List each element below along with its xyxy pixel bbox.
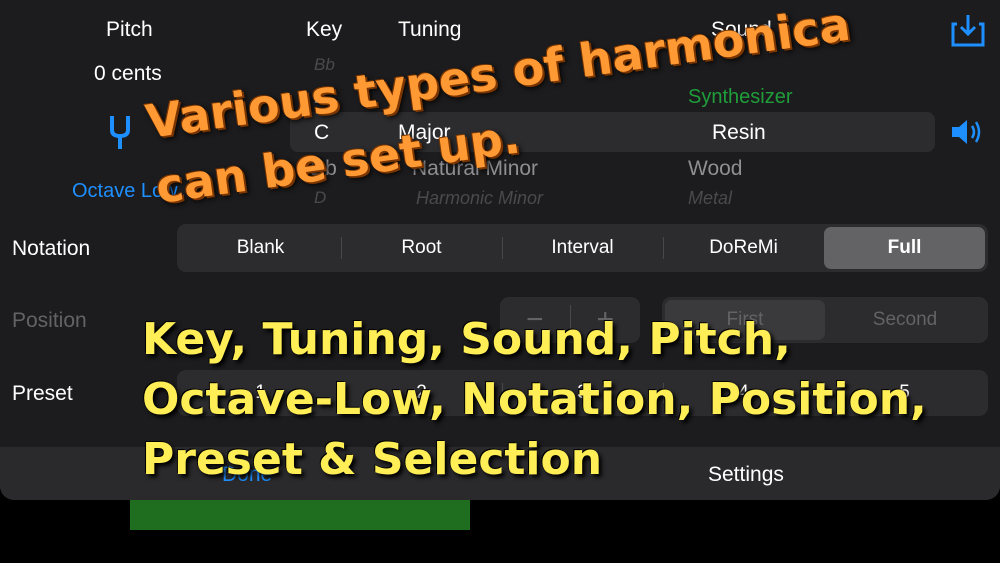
sound-option[interactable]: Wood: [688, 157, 742, 181]
key-header: Key: [306, 18, 343, 41]
settings-button[interactable]: Settings: [708, 463, 784, 487]
download-icon[interactable]: [950, 12, 986, 48]
notation-option-doremi[interactable]: DoReMi: [663, 227, 824, 269]
preset-label: Preset: [12, 382, 73, 405]
pitch-value: 0 cents: [94, 62, 162, 85]
notation-option-root[interactable]: Root: [341, 227, 502, 269]
sound-option[interactable]: Synthesizer: [688, 86, 793, 109]
sound-option[interactable]: Metal: [688, 188, 732, 209]
notation-option-interval[interactable]: Interval: [502, 227, 663, 269]
notation-segmented-control: Blank Root Interval DoReMi Full: [177, 224, 988, 272]
promo-features-line1: Key, Tuning, Sound, Pitch,: [142, 314, 791, 365]
tuning-header: Tuning: [398, 18, 462, 41]
promo-features-line2: Octave-Low, Notation, Position,: [142, 374, 927, 425]
position-label: Position: [12, 309, 87, 332]
notation-label: Notation: [12, 237, 91, 260]
pitch-header: Pitch: [106, 18, 153, 41]
notation-option-blank[interactable]: Blank: [180, 227, 341, 269]
notation-option-full[interactable]: Full: [824, 227, 985, 269]
tuning-option[interactable]: Harmonic Minor: [416, 188, 543, 209]
promo-features-line3: Preset & Selection: [142, 434, 603, 485]
position-option-second[interactable]: Second: [825, 300, 985, 340]
tuning-fork-icon[interactable]: [108, 114, 132, 150]
sound-option-selected[interactable]: Resin: [712, 121, 766, 145]
speaker-icon[interactable]: [950, 116, 986, 148]
